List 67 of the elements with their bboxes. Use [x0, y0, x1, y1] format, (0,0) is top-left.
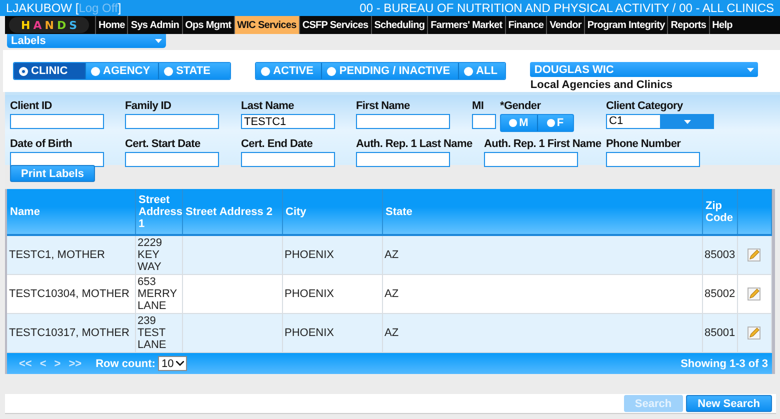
text-field[interactable] — [10, 114, 104, 129]
text-field[interactable] — [484, 152, 578, 167]
field-label: Family ID — [125, 100, 172, 113]
agency-caption: Local Agencies and Clinics — [530, 79, 674, 91]
agency-dropdown[interactable]: DOUGLAS WIC — [530, 62, 758, 77]
text-field[interactable] — [472, 114, 496, 129]
radio-option[interactable]: CLINIC — [14, 63, 86, 79]
field-label: First Name — [356, 100, 411, 113]
row-count-label: Row count: — [96, 358, 156, 370]
table-cell: TESTC10317, MOTHER — [7, 314, 135, 352]
radio-option[interactable]: STATE — [159, 63, 230, 79]
caret-icon — [747, 68, 754, 72]
field-label: Date of Birth — [10, 138, 74, 151]
column-header[interactable]: City — [282, 189, 382, 235]
field-label: Client Category — [606, 100, 684, 113]
gender-option[interactable]: M — [501, 115, 538, 131]
table-cell: PHOENIX — [282, 235, 382, 274]
gender-option[interactable]: F — [538, 115, 573, 131]
field-label: Cert. End Date — [241, 138, 314, 151]
table-cell: PHOENIX — [282, 314, 382, 352]
menu-tab[interactable]: WIC Services — [234, 16, 299, 34]
table-cell: 239 TEST LANE — [135, 314, 182, 352]
field-label: Last Name — [241, 100, 295, 113]
hands-logo: H A N D S — [9, 17, 89, 33]
field-label: Phone Number — [606, 138, 682, 151]
column-header[interactable]: Zip Code — [702, 189, 737, 235]
text-field[interactable] — [356, 114, 450, 129]
table-cell: TESTC1, MOTHER — [7, 235, 135, 274]
column-header[interactable]: Street Address 1 — [135, 189, 182, 235]
field-label: MI — [472, 100, 485, 113]
text-field[interactable]: TESTC1 — [241, 114, 335, 129]
radio-option[interactable]: ACTIVE — [256, 63, 322, 79]
table-cell: AZ — [382, 235, 702, 274]
page-dropdown[interactable]: Labels — [7, 34, 166, 48]
column-header[interactable]: State — [382, 189, 702, 235]
caret-icon — [684, 120, 691, 124]
table-cell: 85003 — [702, 235, 737, 274]
caret-icon — [155, 39, 162, 43]
new-search-button[interactable]: New Search — [686, 395, 772, 412]
text-field[interactable] — [606, 152, 700, 167]
table-cell: 85001 — [702, 314, 737, 352]
field-label: *Gender — [500, 100, 542, 113]
field-label: Auth. Rep. 1 First Name — [484, 138, 602, 151]
text-field[interactable] — [125, 152, 219, 167]
text-field[interactable] — [10, 152, 104, 167]
results-summary: Showing 1-3 of 3 — [680, 358, 768, 370]
text-field[interactable] — [241, 152, 335, 167]
edit-icon[interactable] — [747, 287, 762, 301]
edit-icon[interactable] — [747, 326, 762, 340]
table-cell: 2229 KEY WAY — [135, 235, 182, 274]
text-field[interactable] — [356, 152, 450, 167]
category-dropdown[interactable]: C1 — [606, 114, 714, 129]
radio-option[interactable]: ALL — [459, 63, 506, 79]
column-header[interactable]: Name — [7, 189, 135, 235]
context-title: 00 - BUREAU OF NUTRITION AND PHYSICAL ACTIVITY / 00 - ALL CLINICS — [360, 1, 774, 15]
field-label: Client ID — [10, 100, 53, 113]
column-header[interactable]: Street Address 2 — [182, 189, 282, 235]
caret-icon — [176, 361, 184, 366]
field-label: Auth. Rep. 1 Last Name — [356, 138, 474, 151]
field-label: Cert. Start Date — [125, 138, 202, 151]
text-field[interactable] — [125, 114, 219, 129]
user-name: LJAKUBOW [Log Off] — [6, 1, 122, 15]
radio-option[interactable]: PENDING / INACTIVE — [322, 63, 460, 79]
table-cell: AZ — [382, 314, 702, 352]
edit-icon[interactable] — [747, 248, 762, 262]
radio-option[interactable]: AGENCY — [86, 63, 160, 79]
log-off-link[interactable]: Log Off — [78, 1, 118, 15]
